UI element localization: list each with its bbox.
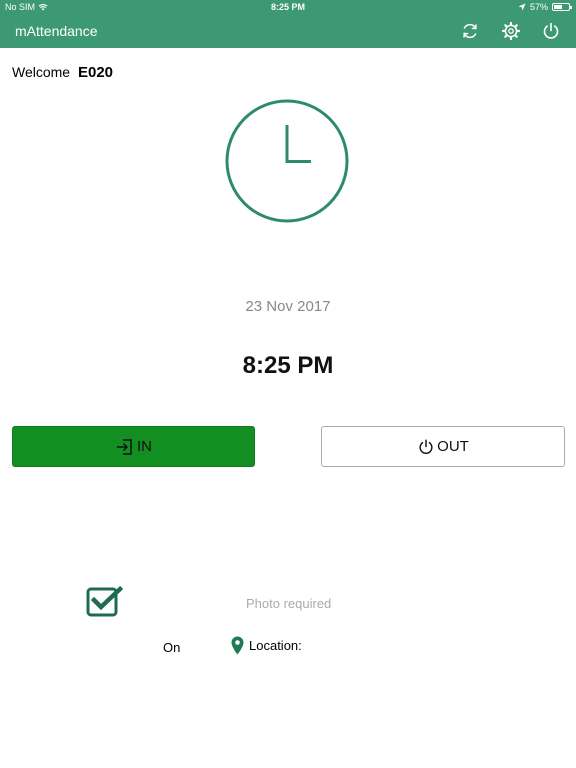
on-label: On bbox=[163, 640, 181, 655]
status-right: 57% bbox=[518, 2, 572, 12]
power-icon bbox=[419, 439, 433, 454]
user-id: E020 bbox=[77, 64, 114, 81]
battery-percent: 57% bbox=[529, 2, 548, 12]
battery-icon bbox=[552, 3, 572, 11]
photo-required-checkbox[interactable] bbox=[86, 585, 123, 617]
status-bar: No SIM 8:25 PM 57% bbox=[0, 0, 576, 14]
battery-fill bbox=[554, 5, 562, 9]
sign-in-icon bbox=[117, 438, 132, 455]
clock-icon bbox=[225, 99, 349, 223]
location-label: Location: bbox=[249, 638, 302, 653]
current-time: 8:25 PM bbox=[242, 352, 334, 379]
location-arrow-icon bbox=[518, 3, 526, 11]
nav-bar: mAttendance bbox=[0, 14, 576, 48]
app-title: mAttendance bbox=[15, 23, 98, 39]
current-date: 23 Nov 2017 bbox=[245, 298, 331, 315]
punch-in-label: IN bbox=[137, 438, 152, 455]
location-row: Location: bbox=[231, 636, 302, 655]
photo-required-label: Photo required bbox=[246, 596, 332, 611]
map-pin-icon bbox=[231, 636, 244, 655]
refresh-icon[interactable] bbox=[460, 21, 480, 41]
punch-out-label: OUT bbox=[437, 438, 469, 455]
welcome-label: Welcome bbox=[12, 64, 71, 80]
welcome-text: Welcome E020 bbox=[12, 64, 113, 81]
gear-icon[interactable] bbox=[501, 21, 521, 41]
status-time: 8:25 PM bbox=[270, 2, 305, 12]
punch-in-button[interactable]: IN bbox=[12, 426, 255, 467]
punch-out-button[interactable]: OUT bbox=[321, 426, 565, 467]
power-icon[interactable] bbox=[541, 21, 561, 41]
